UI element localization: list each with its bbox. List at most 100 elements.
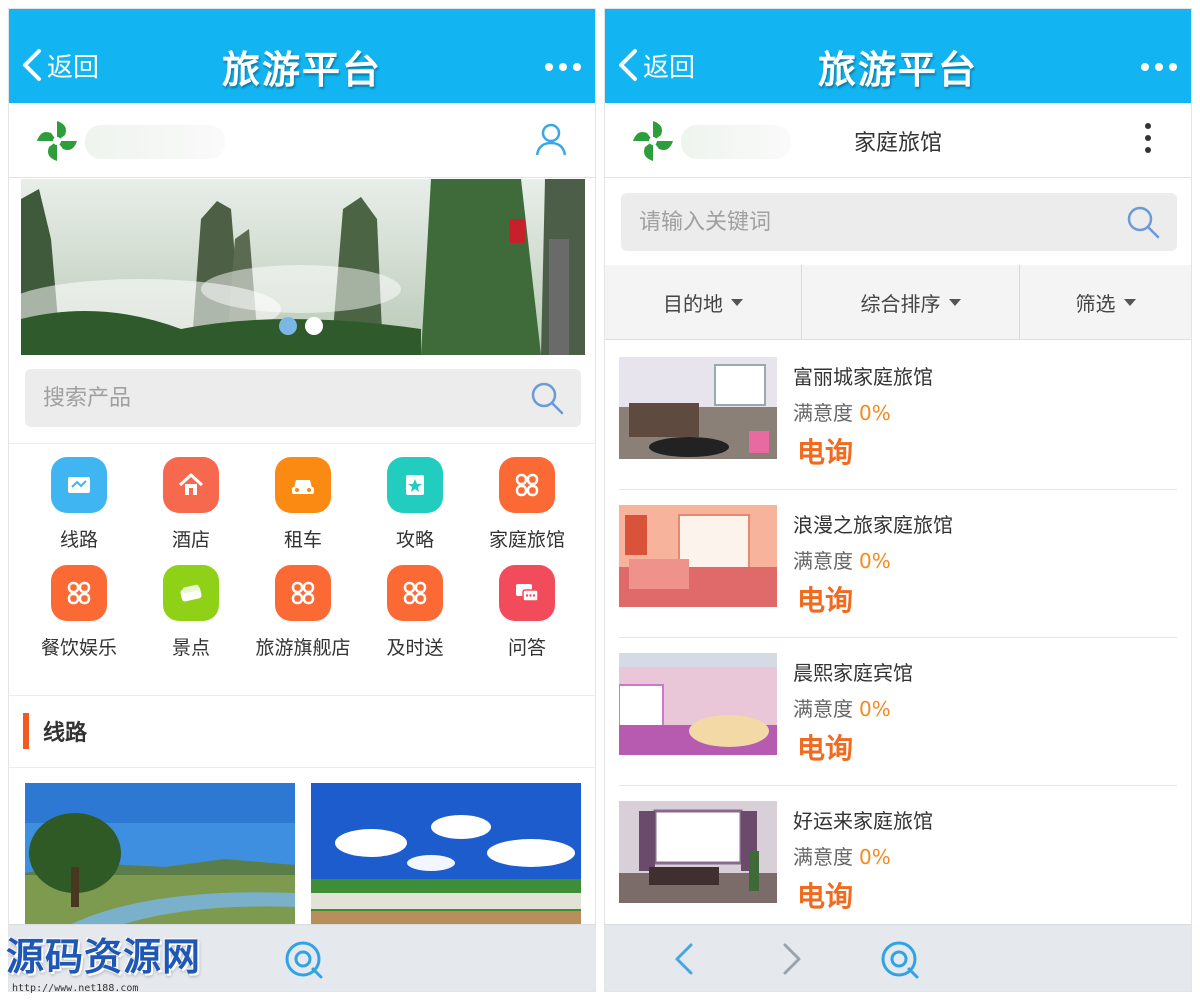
- search-input[interactable]: [41, 384, 465, 412]
- browser-bottom-bar: [605, 924, 1191, 991]
- listing-thumbnail[interactable]: [619, 357, 777, 459]
- category-item[interactable]: 及时送: [359, 565, 471, 661]
- family-hotel-screen: 返回 旅游平台 家庭旅馆 目的地 综合排序: [604, 8, 1192, 992]
- more-dots-icon[interactable]: [1141, 63, 1177, 71]
- category-item[interactable]: 家庭旅馆: [471, 457, 583, 553]
- listing-satisfaction: 满意度 0%: [793, 397, 891, 426]
- satisfaction-label: 满意度: [793, 697, 853, 721]
- more-dots-icon[interactable]: [545, 63, 581, 71]
- site-header: 家庭旅馆: [605, 103, 1191, 178]
- kebab-icon[interactable]: [1145, 123, 1151, 153]
- category-label: 景点: [171, 637, 210, 659]
- route-card-image[interactable]: [311, 783, 581, 927]
- category-item[interactable]: 问答: [471, 565, 583, 661]
- category-label: 酒店: [171, 529, 210, 551]
- search-input[interactable]: [637, 208, 1061, 236]
- category-item[interactable]: 酒店: [135, 457, 247, 553]
- browser-icon[interactable]: [283, 939, 323, 979]
- category-label: 及时送: [386, 637, 444, 659]
- listing-satisfaction: 满意度 0%: [793, 841, 891, 870]
- listing-name[interactable]: 富丽城家庭旅馆: [793, 361, 933, 390]
- logo-text-blurred: [85, 125, 225, 159]
- section-header: 线路: [23, 713, 87, 749]
- category-label: 旅游旗舰店: [255, 637, 351, 659]
- category-label: 问答: [507, 637, 546, 659]
- search-icon[interactable]: [529, 380, 565, 416]
- category-item[interactable]: 旅游旗舰店: [247, 565, 359, 661]
- search-icon[interactable]: [1125, 204, 1161, 240]
- satisfaction-label: 满意度: [793, 549, 853, 573]
- category-item[interactable]: 攻略: [359, 457, 471, 553]
- room-photo: [619, 357, 777, 459]
- page-title: 旅游平台: [817, 48, 978, 92]
- listing-item[interactable]: 浪漫之旅家庭旅馆 满意度 0% 电询: [619, 491, 1177, 638]
- listing-thumbnail[interactable]: [619, 653, 777, 755]
- clover-icon: [275, 565, 331, 621]
- satisfaction-label: 满意度: [793, 401, 853, 425]
- car-icon: [275, 457, 331, 513]
- category-item[interactable]: 餐饮娱乐: [23, 565, 135, 661]
- filter-destination[interactable]: 目的地: [605, 265, 801, 339]
- chevron-right-icon[interactable]: [771, 939, 811, 979]
- header-title: 家庭旅馆: [853, 131, 942, 156]
- watermark-url: http://www.net188.com: [12, 983, 139, 994]
- carousel-dots: [279, 317, 323, 335]
- filter-options[interactable]: 筛选: [1019, 265, 1191, 339]
- listing-satisfaction: 满意度 0%: [793, 545, 891, 574]
- user-icon[interactable]: [533, 121, 569, 157]
- browser-icon[interactable]: [879, 939, 919, 979]
- section-accent-bar: [23, 713, 29, 749]
- satisfaction-value: 0%: [859, 549, 891, 573]
- listing-item[interactable]: 好运来家庭旅馆 满意度 0% 电询: [619, 787, 1177, 934]
- clover-icon: [51, 565, 107, 621]
- caret-down-icon: [948, 298, 961, 306]
- map-icon: [51, 457, 107, 513]
- home-icon: [163, 457, 219, 513]
- listing-name[interactable]: 好运来家庭旅馆: [793, 805, 933, 834]
- site-header: [9, 103, 595, 178]
- category-item[interactable]: 景点: [135, 565, 247, 661]
- caret-down-icon: [731, 298, 743, 306]
- filter-sort[interactable]: 综合排序: [801, 265, 1019, 339]
- listing-item[interactable]: 晨熙家庭宾馆 满意度 0% 电询: [619, 639, 1177, 786]
- ticket-icon: [163, 565, 219, 621]
- chevron-left-icon[interactable]: [665, 939, 705, 979]
- category-item[interactable]: 线路: [23, 457, 135, 553]
- filter-label: 筛选: [1075, 291, 1116, 316]
- route-card-image[interactable]: [25, 783, 295, 927]
- banner-carousel[interactable]: [21, 179, 585, 355]
- category-label: 家庭旅馆: [488, 529, 565, 551]
- category-grid: 线路 酒店 租车 攻略 家庭旅馆餐饮娱乐 景点 旅游旗舰店 及时送 问答: [23, 457, 583, 661]
- chat-icon: [499, 565, 555, 621]
- filter-bar: 目的地 综合排序 筛选: [605, 265, 1191, 340]
- category-item[interactable]: 租车: [247, 457, 359, 553]
- category-label: 餐饮娱乐: [40, 637, 117, 659]
- caret-down-icon: [1123, 298, 1136, 306]
- satisfaction-value: 0%: [859, 401, 891, 425]
- carousel-dot-active[interactable]: [305, 317, 323, 335]
- room-photo: [619, 801, 777, 903]
- room-photo: [619, 505, 777, 607]
- carousel-dot[interactable]: [279, 317, 297, 335]
- listing-thumbnail[interactable]: [619, 801, 777, 903]
- listing-price: 电询: [797, 584, 854, 617]
- divider: [9, 767, 595, 768]
- satisfaction-label: 满意度: [793, 845, 853, 869]
- satisfaction-value: 0%: [859, 697, 891, 721]
- listing-name[interactable]: 浪漫之旅家庭旅馆: [793, 509, 953, 538]
- listing-name[interactable]: 晨熙家庭宾馆: [793, 657, 913, 686]
- watermark-text: 源码资源网: [6, 935, 202, 979]
- listing-price: 电询: [797, 436, 854, 469]
- guide-icon: [387, 457, 443, 513]
- river-landscape-image: [25, 783, 295, 927]
- grassland-sheep-image: [311, 783, 581, 927]
- listing-thumbnail[interactable]: [619, 505, 777, 607]
- divider: [9, 443, 595, 444]
- listing-price: 电询: [797, 732, 854, 765]
- room-photo: [619, 653, 777, 755]
- page-title: 旅游平台: [221, 48, 382, 92]
- clover-icon: [499, 457, 555, 513]
- pinwheel-logo-icon: [36, 120, 78, 162]
- listing-satisfaction: 满意度 0%: [793, 693, 891, 722]
- listing-item[interactable]: 富丽城家庭旅馆 满意度 0% 电询: [619, 343, 1177, 490]
